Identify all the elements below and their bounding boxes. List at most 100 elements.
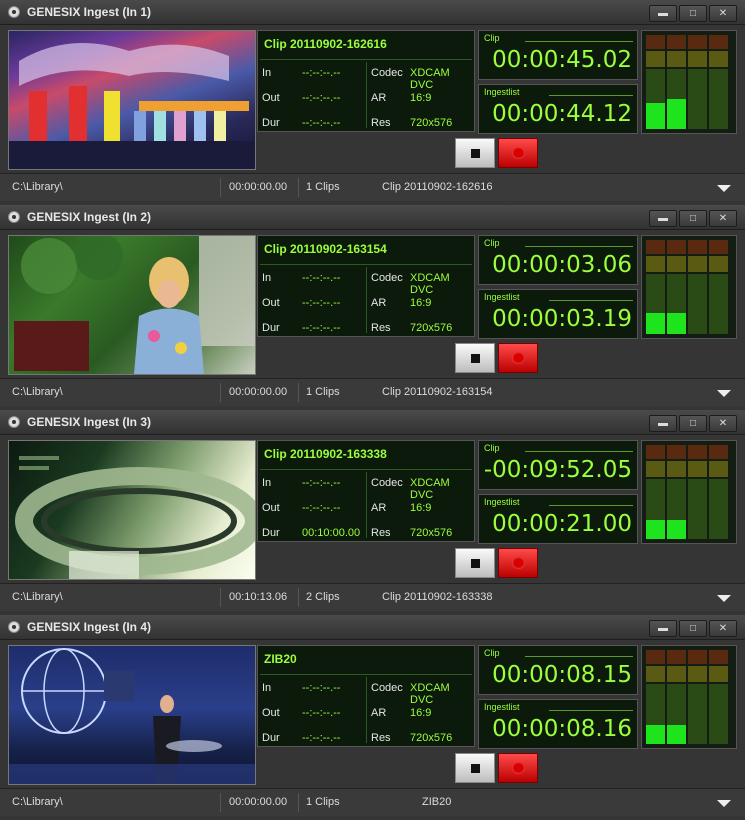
window-title: GENESIX Ingest (In 2)	[27, 210, 152, 224]
close-button[interactable]: ✕	[709, 210, 737, 227]
title-bar[interactable]: GENESIX Ingest (In 2) ▬ □ ✕	[0, 205, 745, 230]
video-preview	[8, 645, 256, 785]
meter-level-bar	[646, 725, 665, 744]
close-button[interactable]: ✕	[709, 5, 737, 22]
ingest-panel-3: GENESIX Ingest (In 3) ▬ □ ✕ Clip 2011090…	[0, 410, 745, 615]
library-path[interactable]: C:\Library\	[12, 591, 63, 603]
ar-value: 16:9	[410, 502, 432, 514]
close-button[interactable]: ✕	[709, 415, 737, 432]
minimize-icon: ▬	[658, 623, 668, 634]
clip-timecode: 00:00:45.02	[492, 47, 632, 73]
minimize-button[interactable]: ▬	[649, 5, 677, 22]
stop-button[interactable]	[455, 548, 495, 578]
out-value[interactable]: --:--:--.--	[302, 707, 340, 719]
clips-count: 1 Clips	[306, 386, 340, 398]
title-bar[interactable]: GENESIX Ingest (In 3) ▬ □ ✕	[0, 410, 745, 435]
ar-value: 16:9	[410, 707, 432, 719]
codec-value: XDCAM DVC	[410, 682, 450, 706]
divider	[549, 300, 633, 301]
in-value[interactable]: --:--:--.--	[302, 272, 340, 284]
record-button[interactable]	[498, 138, 538, 168]
clip-timecode-box: Clip 00:00:08.15	[478, 645, 638, 695]
dur-value[interactable]: 00:10:00.00	[302, 527, 360, 539]
minimize-button[interactable]: ▬	[649, 620, 677, 637]
clips-count: 1 Clips	[306, 181, 340, 193]
title-bar[interactable]: GENESIX Ingest (In 1) ▬ □ ✕	[0, 0, 745, 25]
record-button[interactable]	[498, 753, 538, 783]
close-button[interactable]: ✕	[709, 620, 737, 637]
meter-channel	[646, 240, 665, 334]
dur-label: Dur	[262, 527, 280, 539]
divider	[366, 677, 367, 743]
library-path[interactable]: C:\Library\	[12, 181, 63, 193]
out-label: Out	[262, 502, 280, 514]
clip-timecode-label: Clip	[484, 443, 500, 453]
stop-button[interactable]	[455, 343, 495, 373]
status-time: 00:00:00.00	[229, 796, 288, 808]
chevron-down-icon[interactable]	[717, 800, 731, 807]
codec-value: XDCAM DVC	[410, 477, 450, 501]
chevron-down-icon[interactable]	[717, 390, 731, 397]
in-value[interactable]: --:--:--.--	[302, 477, 340, 489]
chevron-down-icon[interactable]	[717, 595, 731, 602]
video-frame-garden	[14, 236, 255, 374]
video-preview	[8, 235, 256, 375]
in-label: In	[262, 272, 272, 284]
maximize-button[interactable]: □	[679, 5, 707, 22]
meter-channel	[709, 650, 728, 744]
chevron-down-icon[interactable]	[717, 185, 731, 192]
status-clip-name: Clip 20110902-163154	[382, 386, 493, 398]
meter-level-bar	[646, 313, 665, 334]
ingestlist-timecode-box: Ingestlist 00:00:08.16	[478, 699, 638, 749]
minimize-button[interactable]: ▬	[649, 210, 677, 227]
dur-label: Dur	[262, 117, 280, 129]
minimize-button[interactable]: ▬	[649, 415, 677, 432]
in-value[interactable]: --:--:--.--	[302, 682, 340, 694]
meter-channel	[709, 35, 728, 129]
record-button[interactable]	[498, 548, 538, 578]
ingestlist-timecode: 00:00:44.12	[492, 101, 632, 127]
title-bar[interactable]: GENESIX Ingest (In 4) ▬ □ ✕	[0, 615, 745, 640]
ingest-panel-2: GENESIX Ingest (In 2) ▬ □ ✕ Clip 2011090…	[0, 205, 745, 410]
dur-value[interactable]: --:--:--.--	[302, 117, 340, 129]
in-label: In	[262, 477, 272, 489]
out-value[interactable]: --:--:--.--	[302, 297, 340, 309]
meter-level-bar	[646, 520, 665, 539]
ingestlist-timecode-box: Ingestlist 00:00:03.19	[478, 289, 638, 339]
maximize-icon: □	[689, 8, 697, 19]
divider	[366, 62, 367, 128]
out-value[interactable]: --:--:--.--	[302, 92, 340, 104]
in-value[interactable]: --:--:--.--	[302, 67, 340, 79]
divider	[260, 674, 472, 675]
stop-button[interactable]	[455, 138, 495, 168]
divider	[260, 264, 472, 265]
meter-channel	[688, 240, 707, 334]
divider	[220, 588, 221, 607]
clip-timecode-box: Clip 00:00:03.06	[478, 235, 638, 285]
res-label: Res	[371, 322, 391, 334]
stop-button[interactable]	[455, 753, 495, 783]
video-frame-gameshow	[9, 43, 255, 169]
res-label: Res	[371, 117, 391, 129]
dur-value[interactable]: --:--:--.--	[302, 322, 340, 334]
status-bar: C:\Library\ 00:00:00.00 1 Clips Clip 201…	[0, 173, 745, 201]
genesix-app-icon	[8, 621, 20, 633]
video-preview	[8, 30, 256, 170]
library-path[interactable]: C:\Library\	[12, 386, 63, 398]
maximize-button[interactable]: □	[679, 415, 707, 432]
record-button[interactable]	[498, 343, 538, 373]
meter-level-bar	[667, 313, 686, 334]
meter-channel	[709, 240, 728, 334]
ingestlist-timecode: 00:00:21.00	[492, 511, 632, 537]
codec-label: Codec	[371, 477, 403, 489]
maximize-button[interactable]: □	[679, 210, 707, 227]
status-time: 00:10:13.06	[229, 591, 288, 603]
maximize-button[interactable]: □	[679, 620, 707, 637]
divider	[549, 95, 633, 96]
out-value[interactable]: --:--:--.--	[302, 502, 340, 514]
meter-channel	[667, 650, 686, 744]
ingestlist-timecode-label: Ingestlist	[484, 292, 520, 302]
library-path[interactable]: C:\Library\	[12, 796, 63, 808]
dur-value[interactable]: --:--:--.--	[302, 732, 340, 744]
clip-name: Clip 20110902-162616	[264, 37, 387, 51]
